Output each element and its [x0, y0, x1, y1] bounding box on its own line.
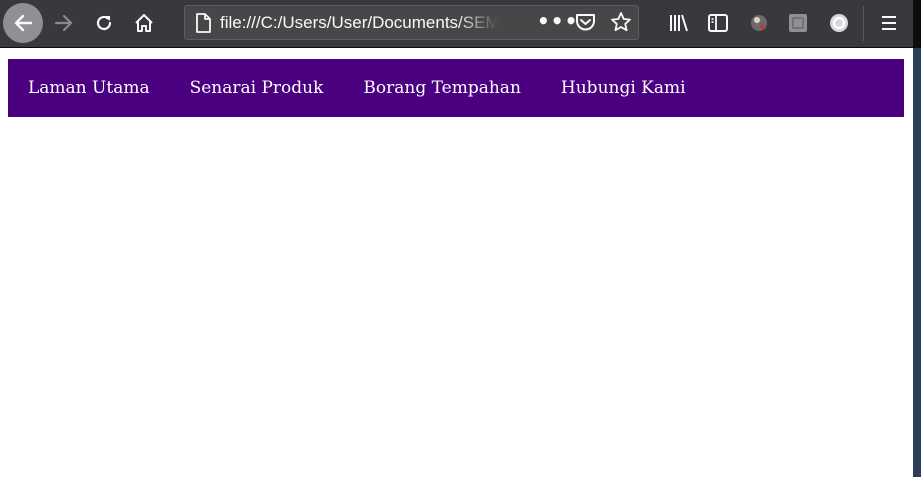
page-content: Laman Utama Senarai Produk Borang Tempah…	[0, 48, 913, 477]
sidebar-icon	[708, 14, 728, 32]
library-icon	[670, 14, 688, 32]
pocket-icon[interactable]	[575, 12, 596, 32]
back-button[interactable]	[3, 3, 43, 43]
home-icon	[135, 14, 153, 32]
reload-button[interactable]	[85, 4, 123, 42]
extension-button[interactable]	[740, 4, 778, 42]
url-text[interactable]: file:///C:/Users/User/Documents/SEM 4/We…	[220, 6, 498, 39]
background-window-edge	[913, 0, 921, 48]
star-icon[interactable]	[610, 11, 632, 33]
extension-button[interactable]	[820, 4, 858, 42]
toolbar-separator	[863, 6, 864, 41]
menu-button[interactable]	[870, 4, 908, 42]
nav-link-borang-tempahan[interactable]: Borang Tempahan	[343, 78, 540, 98]
extension-icon	[789, 14, 807, 32]
background-window-edge	[913, 0, 921, 477]
library-button[interactable]	[660, 4, 698, 42]
nav-link-hubungi-kami[interactable]: Hubungi Kami	[541, 78, 706, 98]
browser-toolbar: file:///C:/Users/User/Documents/SEM 4/We…	[0, 0, 913, 48]
menu-icon	[882, 16, 896, 30]
nav-link-laman-utama[interactable]: Laman Utama	[8, 78, 170, 98]
forward-arrow-icon	[54, 14, 73, 32]
home-button[interactable]	[125, 4, 163, 42]
reload-icon	[96, 15, 112, 31]
url-bar[interactable]: file:///C:/Users/User/Documents/SEM 4/We…	[184, 5, 639, 40]
forward-button[interactable]	[45, 4, 83, 42]
page-icon	[196, 13, 211, 33]
navbar: Laman Utama Senarai Produk Borang Tempah…	[8, 59, 904, 117]
extension-icon	[751, 15, 767, 31]
extension-icon	[830, 14, 848, 32]
nav-link-senarai-produk[interactable]: Senarai Produk	[170, 78, 344, 98]
extension-button[interactable]	[779, 4, 817, 42]
back-arrow-icon	[14, 14, 33, 32]
sidebar-button[interactable]	[699, 4, 737, 42]
more-icon[interactable]: •••	[537, 6, 578, 39]
